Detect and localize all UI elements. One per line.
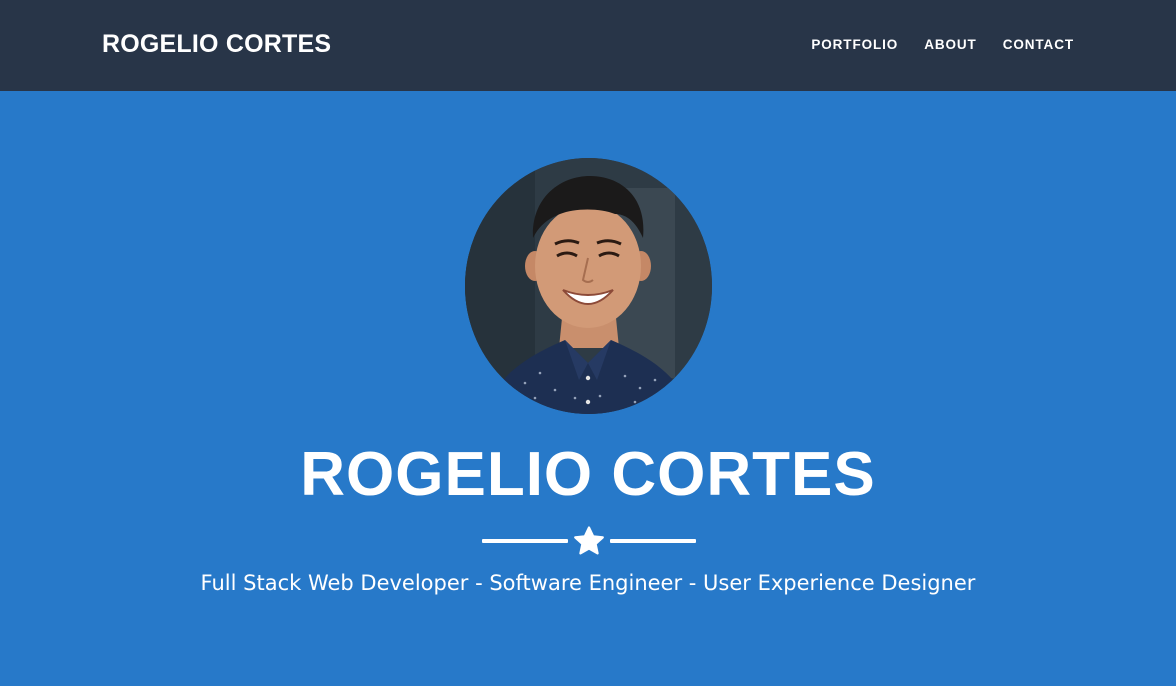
nav-link-portfolio[interactable]: PORTFOLIO [811,36,898,54]
hero-title: ROGELIO CORTES [300,440,876,509]
nav-link-about[interactable]: ABOUT [924,36,977,54]
star-divider [482,522,696,558]
star-icon [574,526,604,555]
brand-logo-link[interactable]: ROGELIO CORTES [102,29,331,59]
hero-subtitle: Full Stack Web Developer - Software Engi… [200,571,976,595]
divider-line-right [610,539,696,543]
hero-section: ROGELIO CORTES Full Stack Web Developer … [0,91,1176,686]
divider-line-left [482,539,568,543]
profile-avatar [465,158,712,414]
profile-photo [465,158,712,414]
navbar: ROGELIO CORTES PORTFOLIO ABOUT CONTACT [0,0,1176,91]
nav-links: PORTFOLIO ABOUT CONTACT [811,36,1074,54]
nav-link-contact[interactable]: CONTACT [1003,36,1074,54]
